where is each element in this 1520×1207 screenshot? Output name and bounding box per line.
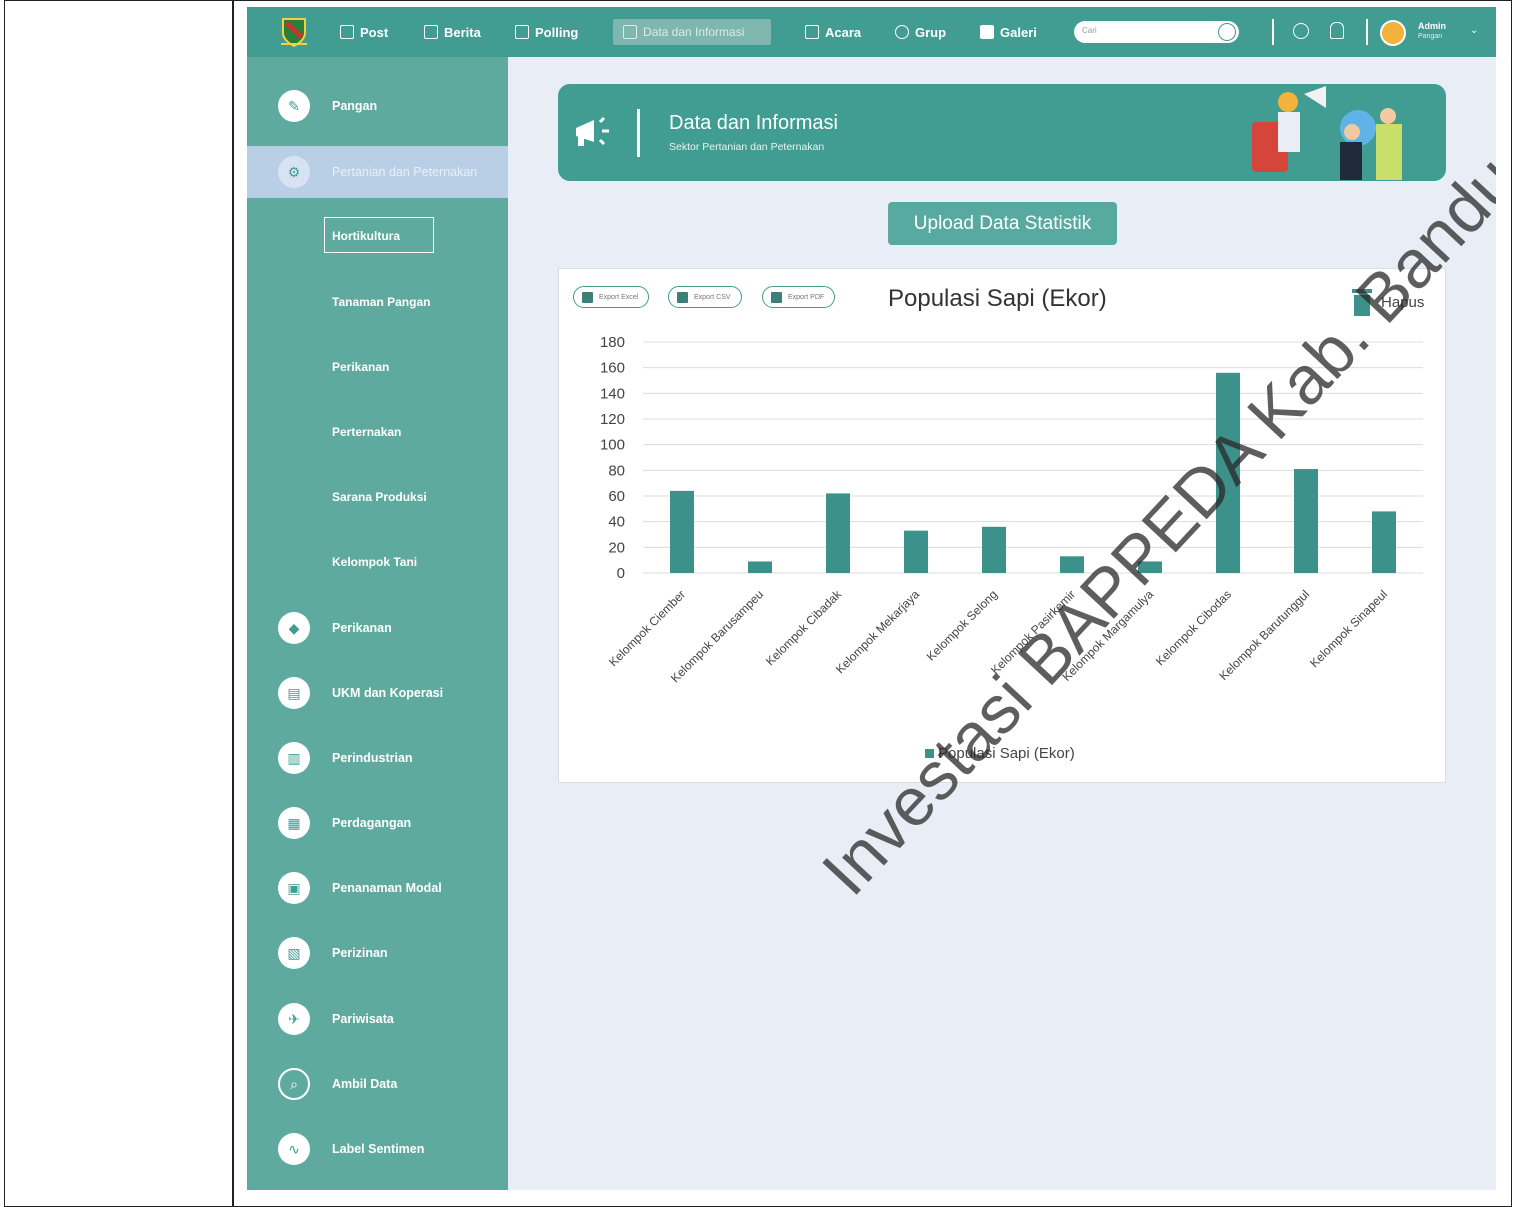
bar (982, 526, 1006, 573)
sidebar-item-penanaman-modal[interactable]: ▣ Penanaman Modal (247, 862, 508, 914)
subitem-hortikultura[interactable]: Hortikultura (324, 217, 434, 253)
search-icon[interactable] (1218, 23, 1236, 41)
y-tick-label: 160 (600, 360, 625, 377)
y-tick-label: 100 (600, 437, 625, 454)
bar (1216, 372, 1240, 573)
image-icon (980, 25, 994, 39)
y-tick-label: 60 (608, 488, 625, 505)
chart-icon (515, 25, 529, 39)
legend-swatch (925, 749, 934, 758)
sidebar-item-ukm[interactable]: ▤ UKM dan Koperasi (247, 667, 508, 719)
nav-acara[interactable]: Acara (805, 19, 861, 45)
search-input[interactable]: Cari (1074, 21, 1239, 43)
license-icon: ▧ (278, 937, 310, 969)
megaphone-icon (576, 116, 609, 146)
y-tick-label: 40 (608, 514, 625, 531)
app-window: Post Berita Polling Data dan Informasi A… (247, 7, 1496, 1190)
leaf-icon: ✎ (278, 90, 310, 122)
y-tick-label: 180 (600, 334, 625, 351)
sidebar-item-ambil-data[interactable]: ⌕ Ambil Data (247, 1058, 508, 1110)
bar (748, 561, 772, 573)
sidebar: ✎ Pangan ⚙ Pertanian dan Peternakan Hort… (247, 57, 508, 1190)
chat-icon[interactable] (1293, 23, 1309, 39)
subitem-kelompok-tani[interactable]: Kelompok Tani (332, 555, 417, 569)
briefcase-icon: ▣ (278, 872, 310, 904)
nav-separator (1366, 19, 1368, 45)
nav-polling[interactable]: Polling (515, 19, 578, 45)
chevron-down-icon[interactable]: ⌄ (1470, 25, 1478, 36)
bell-icon[interactable] (1330, 22, 1344, 39)
x-tick-label: Kelompok Sinapeul (1307, 587, 1390, 670)
regency-logo[interactable] (281, 17, 307, 47)
x-tick-label: Kelompok Ciember (606, 587, 688, 669)
x-tick-label: Kelompok Selong (924, 587, 1000, 663)
bar-chart: 0 20 40 60 80 100 120 140 160 180 Kelompok Ciember… (600, 334, 1423, 685)
x-tick-label: Kelompok Cibodas (1153, 587, 1234, 668)
nav-separator (1272, 19, 1274, 45)
sidebar-item-pertanian[interactable]: ⚙ Pertanian dan Peternakan (247, 146, 508, 198)
page-header-banner: Data dan Informasi Sektor Pertanian dan … (558, 84, 1446, 181)
avatar[interactable] (1380, 20, 1406, 46)
x-tick-label: Kelompok Cibadak (763, 587, 845, 669)
group-icon (895, 25, 909, 39)
sidebar-item-pariwisata[interactable]: ✈ Pariwisata (247, 993, 508, 1045)
x-tick-label: Kelompok Margamulya (1059, 587, 1156, 684)
subitem-perternakan[interactable]: Perternakan (332, 425, 401, 439)
bar (1060, 556, 1084, 573)
sidebar-item-perizinan[interactable]: ▧ Perizinan (247, 927, 508, 979)
page-subtitle: Sektor Pertanian dan Peternakan (669, 141, 825, 153)
news-icon (424, 25, 438, 39)
calendar-icon (805, 25, 819, 39)
people-illustration (1252, 86, 1402, 180)
x-tick-label: Kelompok Barutunggul (1216, 587, 1312, 683)
nav-berita[interactable]: Berita (424, 19, 481, 45)
y-tick-label: 120 (600, 411, 625, 428)
bar (670, 490, 694, 573)
nav-post[interactable]: Post (340, 19, 388, 45)
nav-galeri[interactable]: Galeri (980, 19, 1037, 45)
market-icon: ▦ (278, 807, 310, 839)
sidebar-item-label-sentimen[interactable]: ∿ Label Sentimen (247, 1123, 508, 1175)
sentiment-icon: ∿ (278, 1133, 310, 1165)
nav-grup[interactable]: Grup (895, 19, 946, 45)
chart-card: Export Excel Export CSV Export PDF Popul… (558, 268, 1446, 783)
list-icon (623, 25, 637, 39)
page-title: Data dan Informasi (669, 112, 838, 134)
y-tick-label: 20 (608, 539, 625, 556)
chart-legend: Populasi Sapi (Ekor) (925, 745, 1075, 762)
tourism-icon: ✈ (278, 1003, 310, 1035)
sidebar-item-pangan[interactable]: ✎ Pangan (247, 80, 508, 132)
x-tick-label: Kelompok Pasirkemir (988, 587, 1078, 677)
subitem-perikanan[interactable]: Perikanan (332, 360, 389, 374)
user-role: Pangan (1418, 33, 1443, 40)
fish-icon: ◆ (278, 612, 310, 644)
bar (1372, 511, 1396, 573)
bar (904, 530, 928, 573)
page-divider (232, 0, 234, 1207)
data-search-icon: ⌕ (278, 1068, 310, 1100)
y-tick-label: 0 (617, 565, 625, 582)
y-tick-label: 140 (600, 385, 625, 402)
shop-icon: ▤ (278, 677, 310, 709)
bar (826, 493, 850, 573)
post-icon (340, 25, 354, 39)
sidebar-item-perindustrian[interactable]: ▥ Perindustrian (247, 732, 508, 784)
sidebar-item-perikanan[interactable]: ◆ Perikanan (247, 602, 508, 654)
subitem-sarana-produksi[interactable]: Sarana Produksi (332, 490, 427, 504)
top-navbar: Post Berita Polling Data dan Informasi A… (247, 7, 1496, 57)
y-tick-label: 80 (608, 462, 625, 479)
factory-icon: ▥ (278, 742, 310, 774)
nav-data-informasi[interactable]: Data dan Informasi (613, 19, 771, 45)
banner-separator (637, 109, 640, 157)
user-name: Admin (1418, 21, 1446, 31)
subitem-tanaman-pangan[interactable]: Tanaman Pangan (332, 295, 430, 309)
bar (1138, 561, 1162, 573)
upload-data-button[interactable]: Upload Data Statistik (888, 202, 1117, 245)
tractor-icon: ⚙ (278, 156, 310, 188)
bar (1294, 469, 1318, 573)
x-tick-label: Kelompok Mekarjaya (833, 587, 922, 676)
sidebar-item-perdagangan[interactable]: ▦ Perdagangan (247, 797, 508, 849)
